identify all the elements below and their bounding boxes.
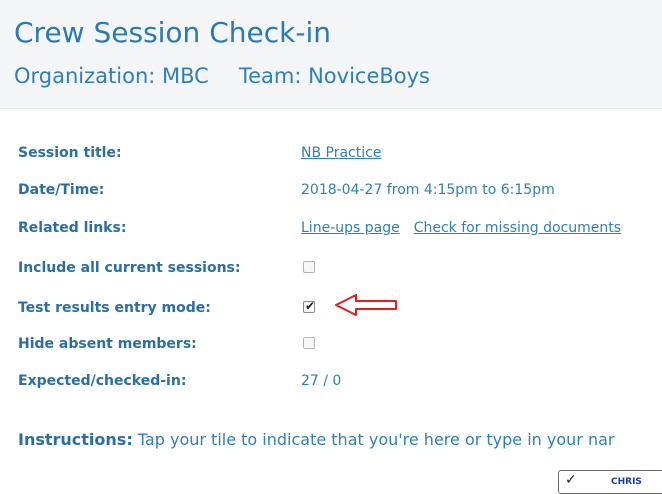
date-time-value: 2018-04-27 from 4:15pm to 6:15pm <box>301 182 555 198</box>
test-results-mode-checkbox[interactable]: ✔ <box>303 299 316 313</box>
organization-label: Organization: MBC <box>14 64 209 88</box>
hide-absent-members-label: Hide absent members: <box>18 336 197 352</box>
session-title-row: Session title: NB Practice <box>18 141 662 165</box>
missing-documents-link[interactable]: Check for missing documents <box>414 220 621 236</box>
check-icon: ✔ <box>305 299 316 313</box>
page-title: Crew Session Check-in <box>14 16 331 49</box>
date-time-label: Date/Time: <box>18 182 105 198</box>
page-header: Crew Session Check-in Organization: MBC T… <box>0 0 662 108</box>
expected-checked-in-value: 27 / 0 <box>301 373 342 389</box>
team-label: Team: NoviceBoys <box>238 64 430 88</box>
expected-checked-in-label: Expected/checked-in: <box>18 373 187 389</box>
header-divider <box>0 108 662 109</box>
related-links-label: Related links: <box>18 220 127 236</box>
lineups-page-link[interactable]: Line-ups page <box>301 220 400 236</box>
member-tile-name: CHRIS <box>611 477 642 487</box>
member-tile[interactable]: ✓ CHRIS <box>558 470 662 494</box>
hide-absent-members-row: Hide absent members: <box>18 332 662 356</box>
include-all-sessions-label: Include all current sessions: <box>18 260 241 276</box>
instructions-body: Tap your tile to indicate that you're he… <box>132 430 615 449</box>
expected-checked-in-row: Expected/checked-in: 27 / 0 <box>18 369 662 393</box>
related-links-row: Related links: Line-ups page Check for mi… <box>18 216 662 240</box>
include-all-sessions-checkbox[interactable] <box>303 261 315 273</box>
date-time-row: Date/Time: 2018-04-27 from 4:15pm to 6:1… <box>18 178 662 202</box>
instructions-lead: Instructions: <box>18 430 133 449</box>
hide-absent-members-checkbox[interactable] <box>303 337 315 349</box>
test-results-mode-label: Test results entry mode: <box>18 300 211 316</box>
red-arrow-annotation-icon <box>335 294 397 316</box>
instructions-text: Instructions: Tap your tile to indicate … <box>18 430 614 449</box>
related-links-list: Line-ups page Check for missing documents <box>301 216 621 240</box>
page-subtitle: Organization: MBC Team: NoviceBoys <box>14 64 430 88</box>
session-title-link[interactable]: NB Practice <box>301 141 381 165</box>
session-title-label: Session title: <box>18 145 122 161</box>
check-icon: ✓ <box>565 472 577 488</box>
include-all-sessions-row: Include all current sessions: <box>18 256 662 280</box>
